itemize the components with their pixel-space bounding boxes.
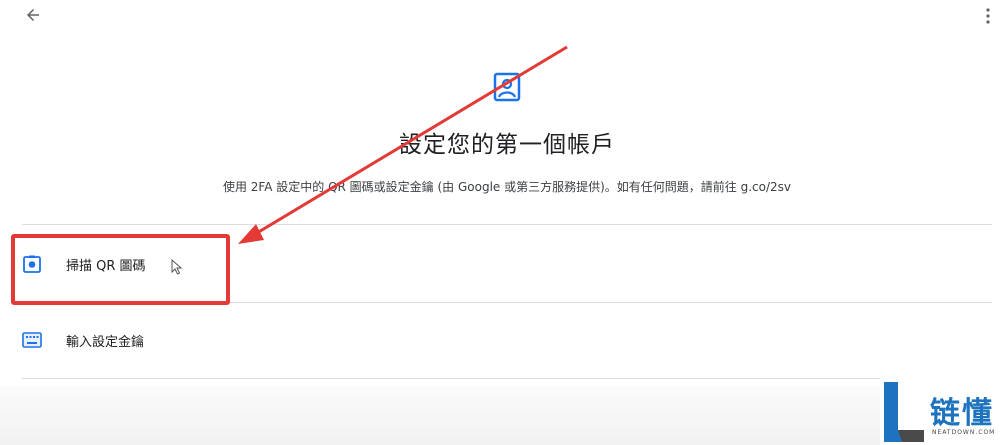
back-button[interactable] [18, 2, 48, 28]
divider-middle [22, 302, 992, 303]
keyboard-icon [22, 330, 42, 350]
enter-setup-key-option-label: 輸入設定金鑰 [66, 334, 145, 350]
scan-qr-option-label: 掃描 QR 圖碼 [66, 258, 146, 274]
watermark-name: 链懂 [930, 396, 994, 431]
account-box-icon [493, 72, 521, 102]
camera-icon [22, 254, 42, 274]
page-description: 使用 2FA 設定中的 QR 圖碼或設定金鑰 (由 Google 或第三方服務提… [222, 180, 792, 194]
enter-setup-key-option[interactable]: 輸入設定金鑰 [22, 314, 992, 366]
setup-authenticator-page: 設定您的第一個帳戶 使用 2FA 設定中的 QR 圖碼或設定金鑰 (由 Goog… [0, 0, 1000, 445]
more-options-button[interactable] [978, 4, 998, 28]
watermark: 链懂 NEATDOWN.COM [880, 376, 1000, 445]
page-title: 設定您的第一個帳戶 [399, 132, 615, 158]
watermark-site: NEATDOWN.COM [932, 429, 996, 436]
divider-top [22, 224, 992, 225]
arrow-left-icon [27, 9, 39, 21]
more-vertical-icon [986, 8, 990, 24]
scan-qr-option[interactable]: 掃描 QR 圖碼 [22, 238, 992, 290]
watermark-logo-icon [884, 382, 924, 442]
bottom-area [0, 386, 1000, 445]
divider-bottom [22, 378, 992, 379]
